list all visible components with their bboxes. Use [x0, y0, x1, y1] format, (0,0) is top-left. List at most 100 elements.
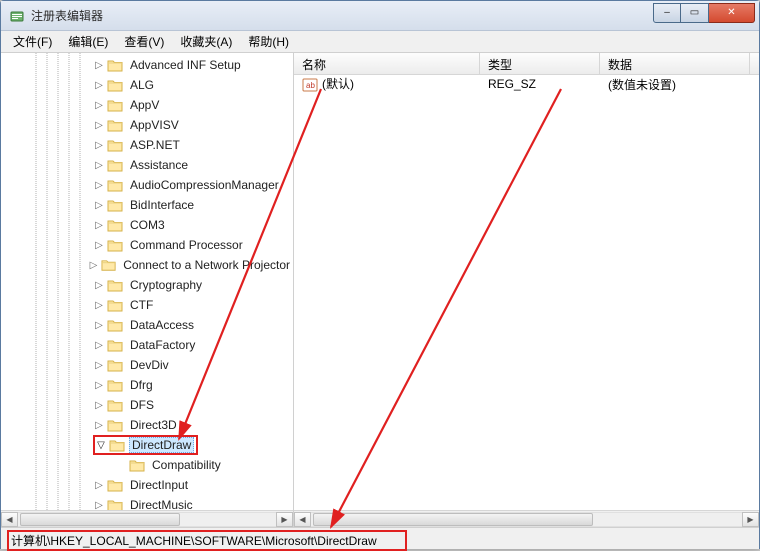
- tree-node[interactable]: COM3: [1, 215, 293, 235]
- tree-node-label[interactable]: Compatibility: [149, 457, 224, 473]
- tree-node-label[interactable]: DataFactory: [127, 337, 198, 353]
- expand-icon[interactable]: [93, 159, 105, 171]
- expand-icon[interactable]: [93, 419, 105, 431]
- tree-node[interactable]: DevDiv: [1, 355, 293, 375]
- scroll-right-button[interactable]: ▶: [742, 512, 759, 527]
- tree-node[interactable]: ALG: [1, 75, 293, 95]
- tree-node-label[interactable]: Cryptography: [127, 277, 205, 293]
- expand-icon[interactable]: [93, 119, 105, 131]
- expand-icon[interactable]: [93, 59, 105, 71]
- tree-node[interactable]: Assistance: [1, 155, 293, 175]
- expand-icon[interactable]: [93, 219, 105, 231]
- tree-node[interactable]: AppVISV: [1, 115, 293, 135]
- tree-node-label[interactable]: DirectMusic: [127, 497, 196, 510]
- expand-icon[interactable]: [93, 379, 105, 391]
- expand-icon[interactable]: [115, 459, 127, 471]
- tree-node[interactable]: Connect to a Network Projector: [1, 255, 293, 275]
- expand-icon[interactable]: [93, 359, 105, 371]
- tree-node-label[interactable]: Command Processor: [127, 237, 246, 253]
- expand-icon[interactable]: [93, 319, 105, 331]
- tree-node[interactable]: BidInterface: [1, 195, 293, 215]
- expand-icon[interactable]: [93, 179, 105, 191]
- tree-node[interactable]: Cryptography: [1, 275, 293, 295]
- tree-node-label[interactable]: CTF: [127, 297, 156, 313]
- scroll-left-button[interactable]: ◀: [294, 512, 311, 527]
- tree-node-label[interactable]: Dfrg: [127, 377, 156, 393]
- col-data[interactable]: 数据: [600, 53, 750, 74]
- scroll-thumb[interactable]: [20, 513, 180, 526]
- expand-icon[interactable]: [93, 79, 105, 91]
- tree-node[interactable]: AppV: [1, 95, 293, 115]
- folder-icon: [107, 178, 123, 192]
- list-hscrollbar[interactable]: ◀ ▶: [294, 510, 759, 527]
- menu-file[interactable]: 文件(F): [5, 31, 60, 52]
- tree-hscrollbar[interactable]: ◀ ▶: [1, 510, 293, 527]
- tree-node[interactable]: DataAccess: [1, 315, 293, 335]
- expand-icon[interactable]: [93, 279, 105, 291]
- titlebar[interactable]: 注册表编辑器 – ▭ ✕: [1, 1, 759, 31]
- expand-icon[interactable]: [93, 339, 105, 351]
- expand-icon[interactable]: [93, 399, 105, 411]
- scroll-track[interactable]: [18, 512, 276, 527]
- tree-node[interactable]: Direct3D: [1, 415, 293, 435]
- tree-node-label[interactable]: DataAccess: [127, 317, 197, 333]
- tree-node[interactable]: AudioCompressionManager: [1, 175, 293, 195]
- tree-node-label[interactable]: AudioCompressionManager: [127, 177, 282, 193]
- tree-node[interactable]: CTF: [1, 295, 293, 315]
- minimize-button[interactable]: –: [653, 3, 681, 23]
- tree-node-label[interactable]: DFS: [127, 397, 157, 413]
- values-list[interactable]: ab(默认)REG_SZ(数值未设置): [294, 75, 759, 510]
- close-button[interactable]: ✕: [709, 3, 755, 23]
- tree-node-label[interactable]: AppVISV: [127, 117, 182, 133]
- tree-node-label[interactable]: Connect to a Network Projector: [120, 257, 293, 273]
- menu-view[interactable]: 查看(V): [116, 31, 172, 52]
- expand-icon[interactable]: [93, 499, 105, 510]
- maximize-button[interactable]: ▭: [681, 3, 709, 23]
- tree-node[interactable]: DFS: [1, 395, 293, 415]
- tree-scroll[interactable]: Advanced INF Setup ALG AppV AppVISV ASP.NET A…: [1, 53, 293, 510]
- scroll-left-button[interactable]: ◀: [1, 512, 18, 527]
- tree-node-label[interactable]: DirectDraw: [129, 437, 194, 453]
- tree-node-label[interactable]: ASP.NET: [127, 137, 183, 153]
- expand-icon[interactable]: [88, 259, 99, 271]
- tree-node[interactable]: DataFactory: [1, 335, 293, 355]
- col-type[interactable]: 类型: [480, 53, 600, 74]
- value-row[interactable]: ab(默认)REG_SZ(数值未设置): [294, 75, 759, 93]
- values-header[interactable]: 名称 类型 数据: [294, 53, 759, 75]
- tree-node-label[interactable]: COM3: [127, 217, 168, 233]
- expand-icon[interactable]: [93, 299, 105, 311]
- splitter[interactable]: [290, 53, 296, 527]
- menu-edit[interactable]: 编辑(E): [60, 31, 116, 52]
- registry-tree[interactable]: Advanced INF Setup ALG AppV AppVISV ASP.NET A…: [1, 53, 293, 510]
- tree-node-label[interactable]: DirectInput: [127, 477, 191, 493]
- folder-icon: [107, 158, 123, 172]
- tree-node[interactable]: DirectDraw: [1, 435, 293, 455]
- expand-icon[interactable]: [93, 99, 105, 111]
- client-area: Advanced INF Setup ALG AppV AppVISV ASP.NET A…: [1, 53, 759, 527]
- tree-node-label[interactable]: Direct3D: [127, 417, 180, 433]
- expand-icon[interactable]: [93, 139, 105, 151]
- menu-favorites[interactable]: 收藏夹(A): [172, 31, 240, 52]
- expand-icon[interactable]: [93, 479, 105, 491]
- scroll-thumb[interactable]: [313, 513, 593, 526]
- tree-node-label[interactable]: Assistance: [127, 157, 191, 173]
- scroll-track[interactable]: [311, 512, 742, 527]
- folder-icon: [107, 478, 123, 492]
- tree-node-label[interactable]: ALG: [127, 77, 157, 93]
- menu-help[interactable]: 帮助(H): [240, 31, 297, 52]
- tree-node[interactable]: ASP.NET: [1, 135, 293, 155]
- tree-node[interactable]: Compatibility: [1, 455, 293, 475]
- tree-node[interactable]: Dfrg: [1, 375, 293, 395]
- expand-icon[interactable]: [93, 199, 105, 211]
- tree-node[interactable]: DirectMusic: [1, 495, 293, 510]
- tree-node-label[interactable]: DevDiv: [127, 357, 172, 373]
- tree-node-label[interactable]: Advanced INF Setup: [127, 57, 244, 73]
- tree-node[interactable]: Advanced INF Setup: [1, 55, 293, 75]
- col-name[interactable]: 名称: [294, 53, 480, 74]
- expand-icon[interactable]: [93, 239, 105, 251]
- tree-node[interactable]: DirectInput: [1, 475, 293, 495]
- tree-node[interactable]: Command Processor: [1, 235, 293, 255]
- tree-node-label[interactable]: BidInterface: [127, 197, 197, 213]
- tree-node-label[interactable]: AppV: [127, 97, 162, 113]
- collapse-icon[interactable]: [95, 439, 107, 451]
